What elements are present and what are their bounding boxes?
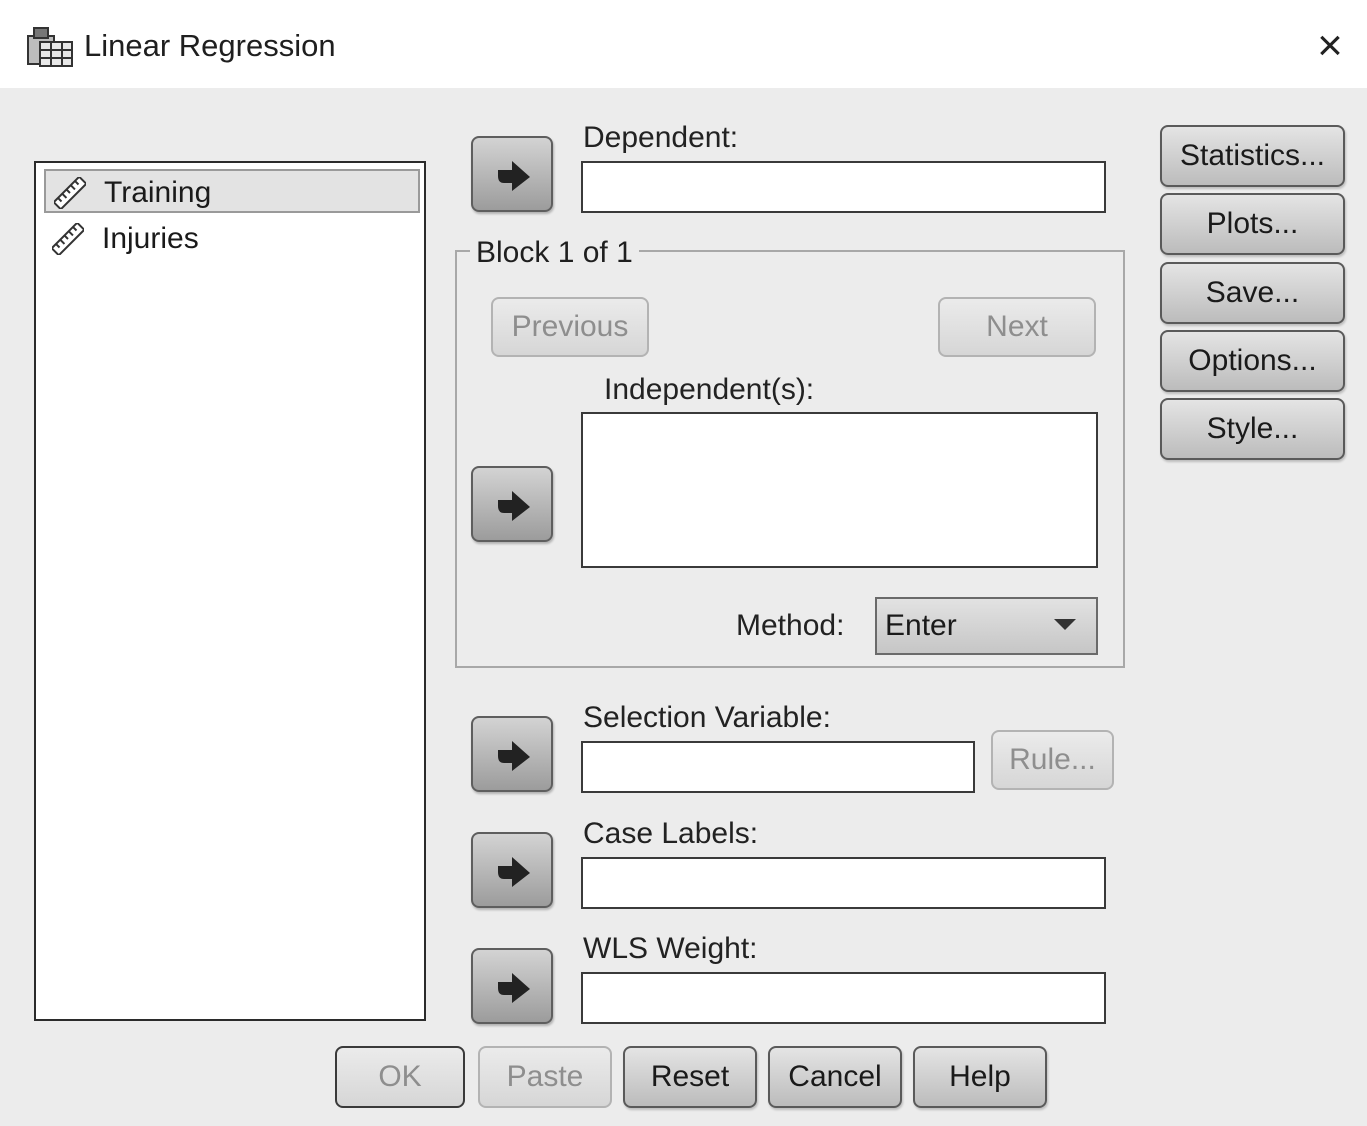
ruler-scale-icon [54,177,86,209]
wls-weight-label: WLS Weight: [583,932,758,965]
selection-variable-label: Selection Variable: [583,701,831,734]
move-arrow-icon [498,491,530,521]
move-arrow-icon [498,161,530,191]
close-icon[interactable]: × [1306,22,1354,70]
move-to-dependent-button[interactable] [471,136,553,212]
plots-button[interactable]: Plots... [1160,193,1345,255]
paste-button[interactable]: Paste [478,1046,612,1108]
move-to-case-labels-button[interactable] [471,832,553,908]
reset-button[interactable]: Reset [623,1046,757,1108]
save-button[interactable]: Save... [1160,262,1345,324]
move-arrow-icon [498,741,530,771]
move-to-independents-button[interactable] [471,466,553,542]
case-labels-label: Case Labels: [583,817,759,850]
rule-button[interactable]: Rule... [991,730,1114,790]
method-dropdown[interactable]: Enter [875,597,1098,655]
independents-label: Independent(s): [604,373,815,406]
variable-item-training[interactable]: Training [44,169,420,213]
variable-label: Injuries [102,222,199,255]
ok-button[interactable]: OK [335,1046,465,1108]
title-bar: Linear Regression × [0,0,1367,88]
wls-weight-field[interactable] [581,972,1106,1024]
move-to-selection-variable-button[interactable] [471,716,553,792]
cancel-button[interactable]: Cancel [768,1046,902,1108]
statistics-button[interactable]: Statistics... [1160,125,1345,187]
selection-variable-field[interactable] [581,741,975,793]
move-arrow-icon [498,973,530,1003]
independents-list[interactable] [581,412,1098,568]
variable-label: Training [104,176,212,209]
move-to-wls-weight-button[interactable] [471,948,553,1024]
block-title: Block 1 of 1 [470,236,639,270]
linear-regression-app-icon [27,27,73,67]
source-variable-list[interactable]: Training Injuries [34,161,426,1021]
method-label: Method: [736,609,845,642]
next-button[interactable]: Next [938,297,1096,357]
dependent-label: Dependent: [583,121,739,154]
ruler-scale-icon [52,223,84,255]
dropdown-arrow-icon [1054,619,1076,630]
case-labels-field[interactable] [581,857,1106,909]
dialog-title: Linear Regression [84,28,336,63]
method-value: Enter [885,609,957,642]
options-button[interactable]: Options... [1160,330,1345,392]
previous-button[interactable]: Previous [491,297,649,357]
style-button[interactable]: Style... [1160,398,1345,460]
help-button[interactable]: Help [913,1046,1047,1108]
variable-item-injuries[interactable]: Injuries [44,217,420,261]
move-arrow-icon [498,857,530,887]
dependent-field[interactable] [581,161,1106,213]
